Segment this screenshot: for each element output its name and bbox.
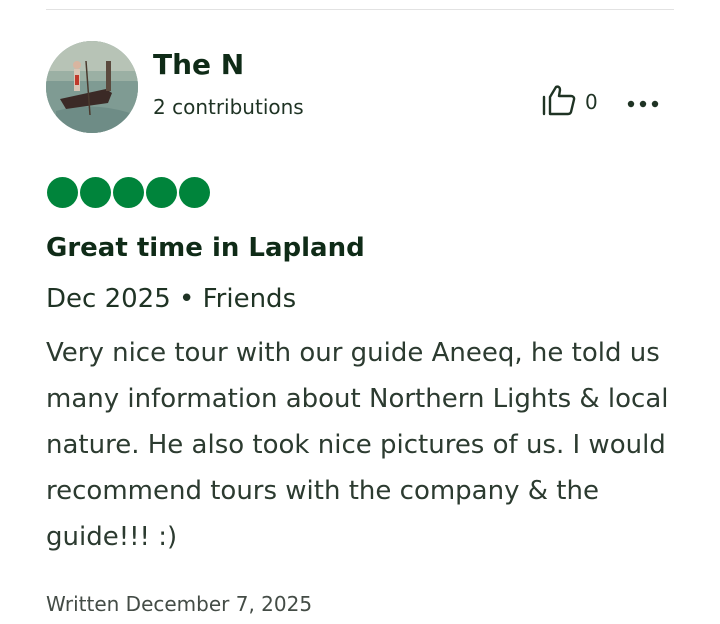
trip-date-type: Dec 2025 • Friends — [46, 284, 297, 314]
written-date: Written December 7, 2025 — [46, 592, 313, 616]
reviewer-name[interactable]: The N — [153, 46, 244, 84]
avatar-photo — [46, 41, 138, 133]
rating-bubble — [80, 177, 111, 208]
rating-bubble — [113, 177, 144, 208]
rating-bubble — [47, 177, 78, 208]
review-body: Very nice tour with our guide Aneeq, he … — [46, 338, 669, 552]
rating-bubble — [179, 177, 210, 208]
more-options-button[interactable] — [623, 86, 663, 118]
contributions-count: 2 contributions — [153, 95, 304, 119]
rating-bubbles — [47, 177, 210, 208]
rating-bubble — [146, 177, 177, 208]
helpful-vote-button[interactable]: 0 — [541, 84, 598, 120]
more-options-icon — [627, 93, 659, 112]
avatar[interactable] — [46, 41, 138, 133]
thumbs-up-icon — [541, 84, 577, 120]
top-divider — [46, 9, 674, 10]
review-title[interactable]: Great time in Lapland — [46, 229, 365, 267]
helpful-count: 0 — [585, 90, 598, 114]
